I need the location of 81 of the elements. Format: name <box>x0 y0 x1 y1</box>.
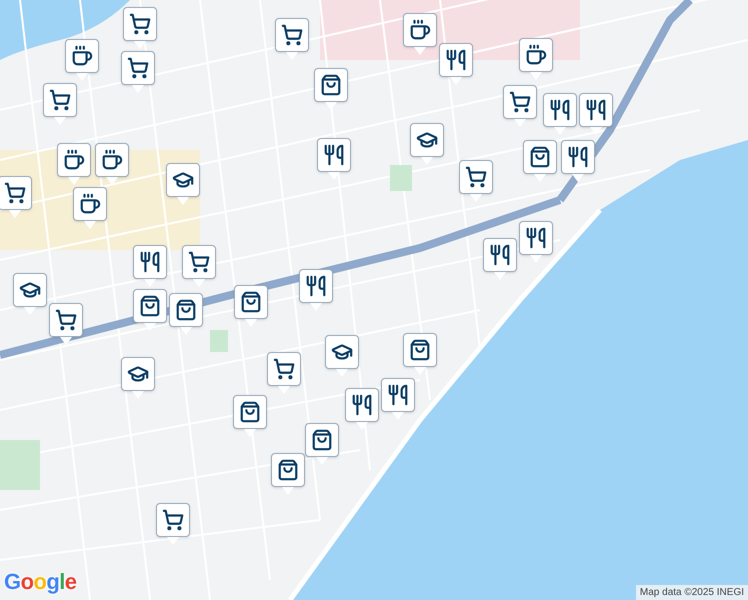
shopping-bag-icon <box>320 74 342 96</box>
map-pin[interactable] <box>483 238 517 280</box>
map-pin[interactable] <box>57 143 91 185</box>
map-pin[interactable] <box>233 395 267 437</box>
map-pin[interactable] <box>156 503 190 545</box>
cart-icon <box>49 89 71 111</box>
map-pin[interactable] <box>523 140 557 182</box>
fork-knife-icon <box>567 146 589 168</box>
map-pin[interactable] <box>121 51 155 93</box>
map-pin[interactable] <box>43 83 77 125</box>
coffee-cup-icon <box>409 19 431 41</box>
map-pin[interactable] <box>403 333 437 375</box>
map-pin[interactable] <box>345 388 379 430</box>
cart-icon <box>188 251 210 273</box>
map-pin[interactable] <box>519 38 553 80</box>
fork-knife-icon <box>351 394 373 416</box>
shopping-bag-icon <box>175 299 197 321</box>
map-pin[interactable] <box>325 335 359 377</box>
map-pin[interactable] <box>519 221 553 263</box>
map-pin[interactable] <box>305 423 339 465</box>
google-logo: Google <box>4 568 76 596</box>
map-pin[interactable] <box>317 138 351 180</box>
map-pin[interactable] <box>271 453 305 495</box>
shopping-bag-icon <box>277 459 299 481</box>
map-pin[interactable] <box>121 357 155 399</box>
cart-icon <box>4 182 26 204</box>
cart-icon <box>273 358 295 380</box>
fork-knife-icon <box>445 49 467 71</box>
map-pin[interactable] <box>123 7 157 49</box>
map-pin[interactable] <box>234 285 268 327</box>
map-pin[interactable] <box>13 273 47 315</box>
map-attribution: Map data ©2025 INEGI <box>636 585 748 600</box>
map-pin[interactable] <box>0 176 32 218</box>
fork-knife-icon <box>585 99 607 121</box>
map-pin[interactable] <box>267 352 301 394</box>
fork-knife-icon <box>489 244 511 266</box>
map-pin[interactable] <box>65 39 99 81</box>
map-pin[interactable] <box>503 85 537 127</box>
map-pin[interactable] <box>133 245 167 287</box>
cart-icon <box>129 13 151 35</box>
map-pin[interactable] <box>169 293 203 335</box>
map-pin[interactable] <box>439 43 473 85</box>
map-pin[interactable] <box>403 13 437 55</box>
map-pin[interactable] <box>133 289 167 331</box>
map-pin[interactable] <box>182 245 216 287</box>
fork-knife-icon <box>549 99 571 121</box>
fork-knife-icon <box>323 144 345 166</box>
fork-knife-icon <box>139 251 161 273</box>
map-pin[interactable] <box>299 269 333 311</box>
map-pin[interactable] <box>275 18 309 60</box>
map-pin[interactable] <box>561 140 595 182</box>
coffee-cup-icon <box>101 149 123 171</box>
map-pin[interactable] <box>314 68 348 110</box>
coffee-cup-icon <box>525 44 547 66</box>
map-pin[interactable] <box>49 303 83 345</box>
shopping-bag-icon <box>239 401 261 423</box>
coffee-cup-icon <box>63 149 85 171</box>
fork-knife-icon <box>305 275 327 297</box>
map-pin[interactable] <box>579 93 613 135</box>
shopping-bag-icon <box>409 339 431 361</box>
map-pin[interactable] <box>166 163 200 205</box>
cart-icon <box>465 166 487 188</box>
coffee-cup-icon <box>79 193 101 215</box>
map-pin[interactable] <box>459 160 493 202</box>
cart-icon <box>162 509 184 531</box>
cart-icon <box>127 57 149 79</box>
cart-icon <box>281 24 303 46</box>
shopping-bag-icon <box>240 291 262 313</box>
map-pin[interactable] <box>543 93 577 135</box>
coffee-cup-icon <box>71 45 93 67</box>
map-pin[interactable] <box>381 378 415 420</box>
map-pin[interactable] <box>410 123 444 165</box>
shopping-bag-icon <box>529 146 551 168</box>
fork-knife-icon <box>525 227 547 249</box>
fork-knife-icon <box>387 384 409 406</box>
shopping-bag-icon <box>311 429 333 451</box>
map-pin[interactable] <box>73 187 107 229</box>
shopping-bag-icon <box>139 295 161 317</box>
map-pin[interactable] <box>95 143 129 185</box>
cart-icon <box>509 91 531 113</box>
cart-icon <box>55 309 77 331</box>
